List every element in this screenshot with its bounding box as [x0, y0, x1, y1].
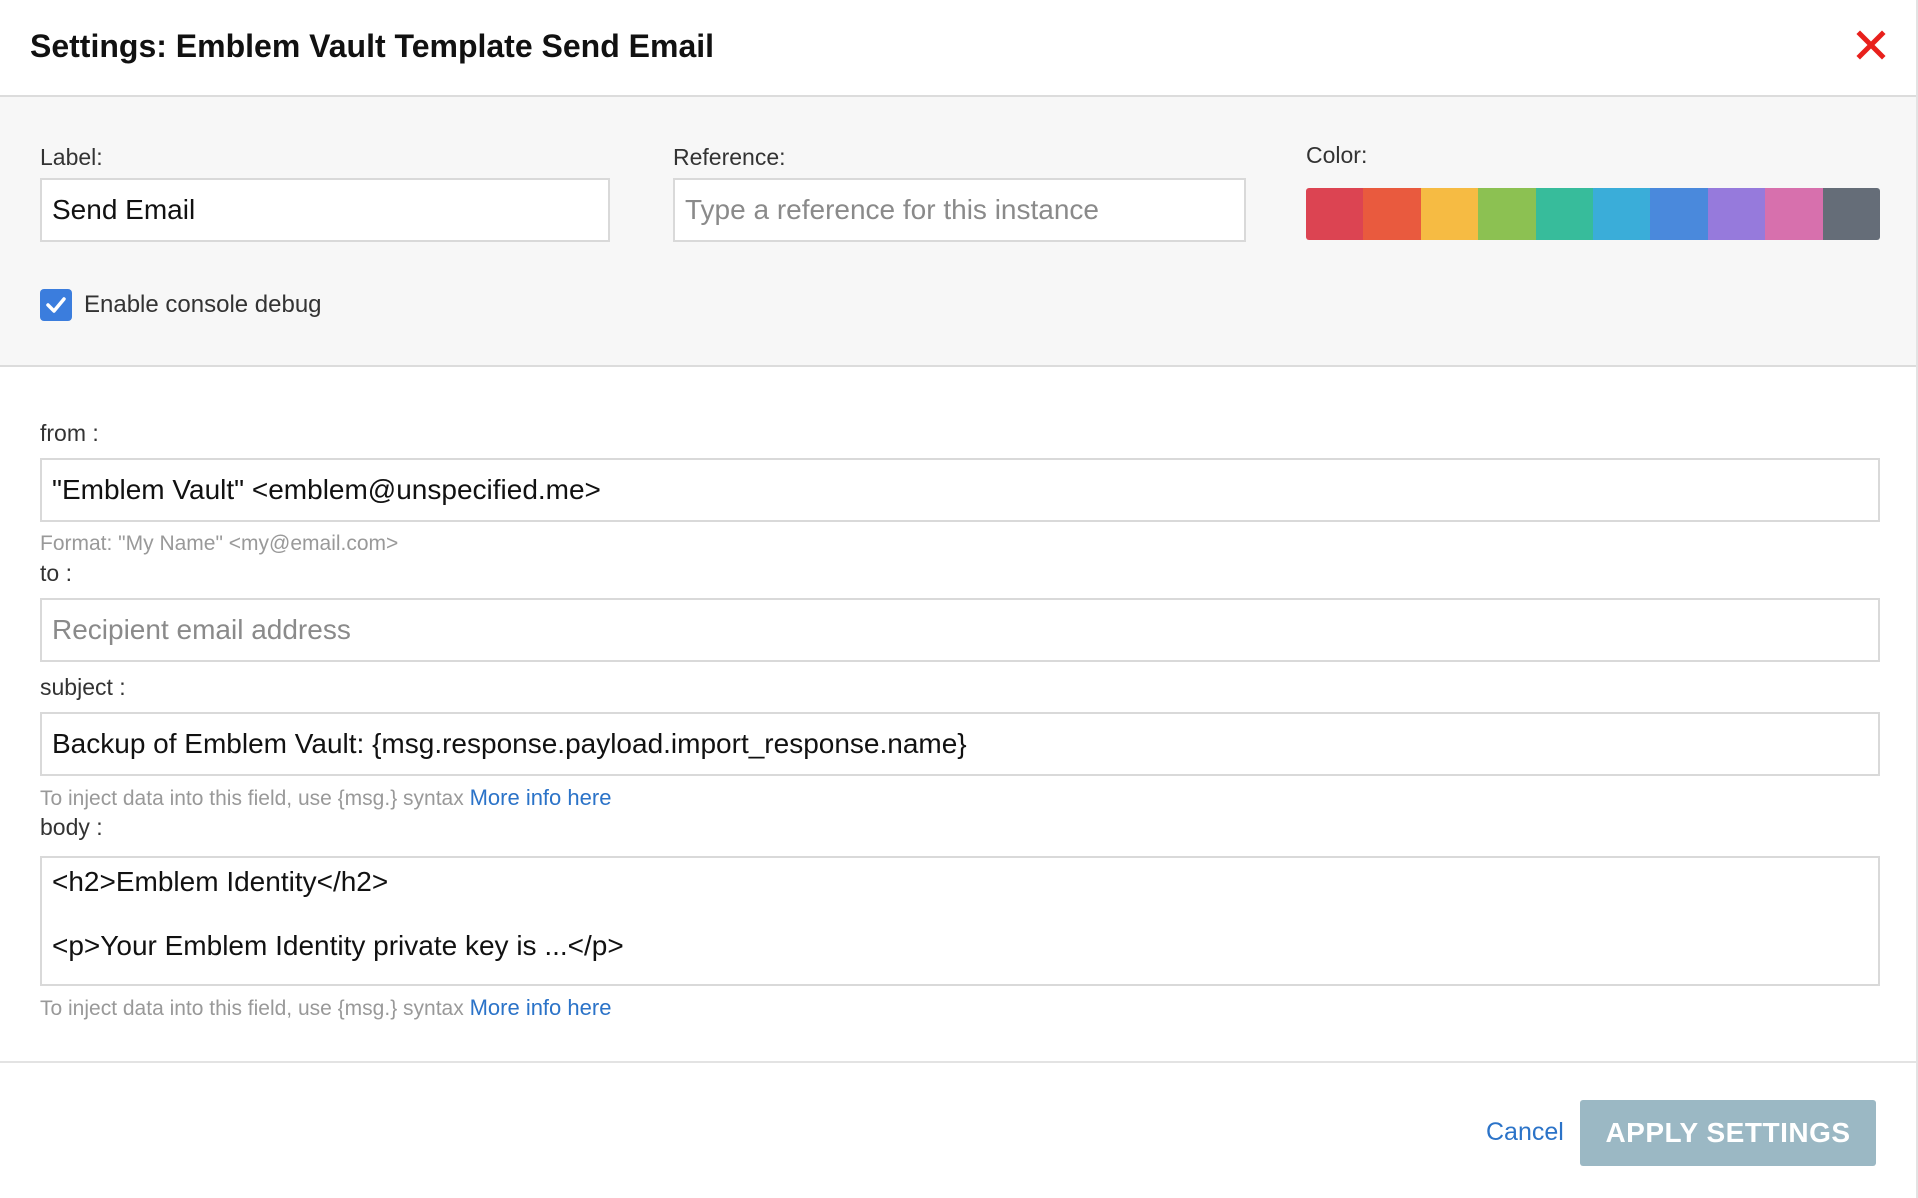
dialog-title: Settings: Emblem Vault Template Send Ema…: [30, 28, 715, 64]
label-caption: Label:: [40, 144, 103, 170]
color-swatch[interactable]: [1420, 188, 1479, 240]
color-swatch[interactable]: [1822, 188, 1880, 240]
to-input[interactable]: [40, 598, 1880, 662]
subject-caption: subject :: [40, 674, 126, 700]
color-swatch[interactable]: [1535, 188, 1594, 240]
color-swatch[interactable]: [1478, 188, 1536, 240]
debug-checkbox[interactable]: [40, 289, 72, 321]
close-icon[interactable]: [1854, 28, 1888, 62]
body-hint: To inject data into this field, use {msg…: [40, 995, 611, 1021]
body-more-info-link[interactable]: More info here: [470, 995, 612, 1020]
body-line: <h2>Emblem Identity</h2>: [52, 866, 389, 897]
body-line: <p>Your Emblem Identity private key is .…: [52, 930, 624, 961]
body-caption: body :: [40, 814, 103, 840]
footer-divider: [0, 1061, 1916, 1063]
reference-input[interactable]: [673, 178, 1246, 242]
color-picker: [1306, 188, 1880, 240]
color-caption: Color:: [1306, 142, 1368, 168]
subject-more-info-link[interactable]: More info here: [470, 785, 612, 810]
general-settings-section: Label: Reference: Color: Enable console …: [0, 97, 1916, 367]
subject-hint: To inject data into this field, use {msg…: [40, 785, 611, 811]
from-input[interactable]: [40, 458, 1880, 522]
color-swatch[interactable]: [1363, 188, 1421, 240]
body-textarea[interactable]: <h2>Emblem Identity</h2> <p>Your Emblem …: [40, 856, 1880, 986]
label-input[interactable]: [40, 178, 610, 242]
reference-caption: Reference:: [673, 144, 786, 170]
color-swatch[interactable]: [1765, 188, 1823, 240]
subject-input[interactable]: [40, 712, 1880, 776]
apply-settings-button[interactable]: APPLY SETTINGS: [1580, 1100, 1876, 1166]
to-caption: to :: [40, 560, 72, 586]
color-swatch[interactable]: [1593, 188, 1651, 240]
subject-hint-text: To inject data into this field, use {msg…: [40, 787, 464, 810]
from-caption: from :: [40, 420, 99, 446]
cancel-button[interactable]: Cancel: [1486, 1118, 1564, 1147]
settings-dialog: Settings: Emblem Vault Template Send Ema…: [0, 0, 1918, 1198]
checkmark-icon: [46, 297, 66, 313]
color-swatch[interactable]: [1306, 188, 1364, 240]
body-hint-text: To inject data into this field, use {msg…: [40, 997, 464, 1020]
from-format-hint: Format: "My Name" <my@email.com>: [40, 532, 399, 555]
body-line: [52, 898, 1868, 930]
color-swatch[interactable]: [1707, 188, 1766, 240]
color-swatch[interactable]: [1650, 188, 1708, 240]
debug-checkbox-label: Enable console debug: [84, 291, 322, 318]
debug-checkbox-row[interactable]: Enable console debug: [40, 289, 322, 321]
dialog-header: Settings: Emblem Vault Template Send Ema…: [0, 0, 1916, 97]
